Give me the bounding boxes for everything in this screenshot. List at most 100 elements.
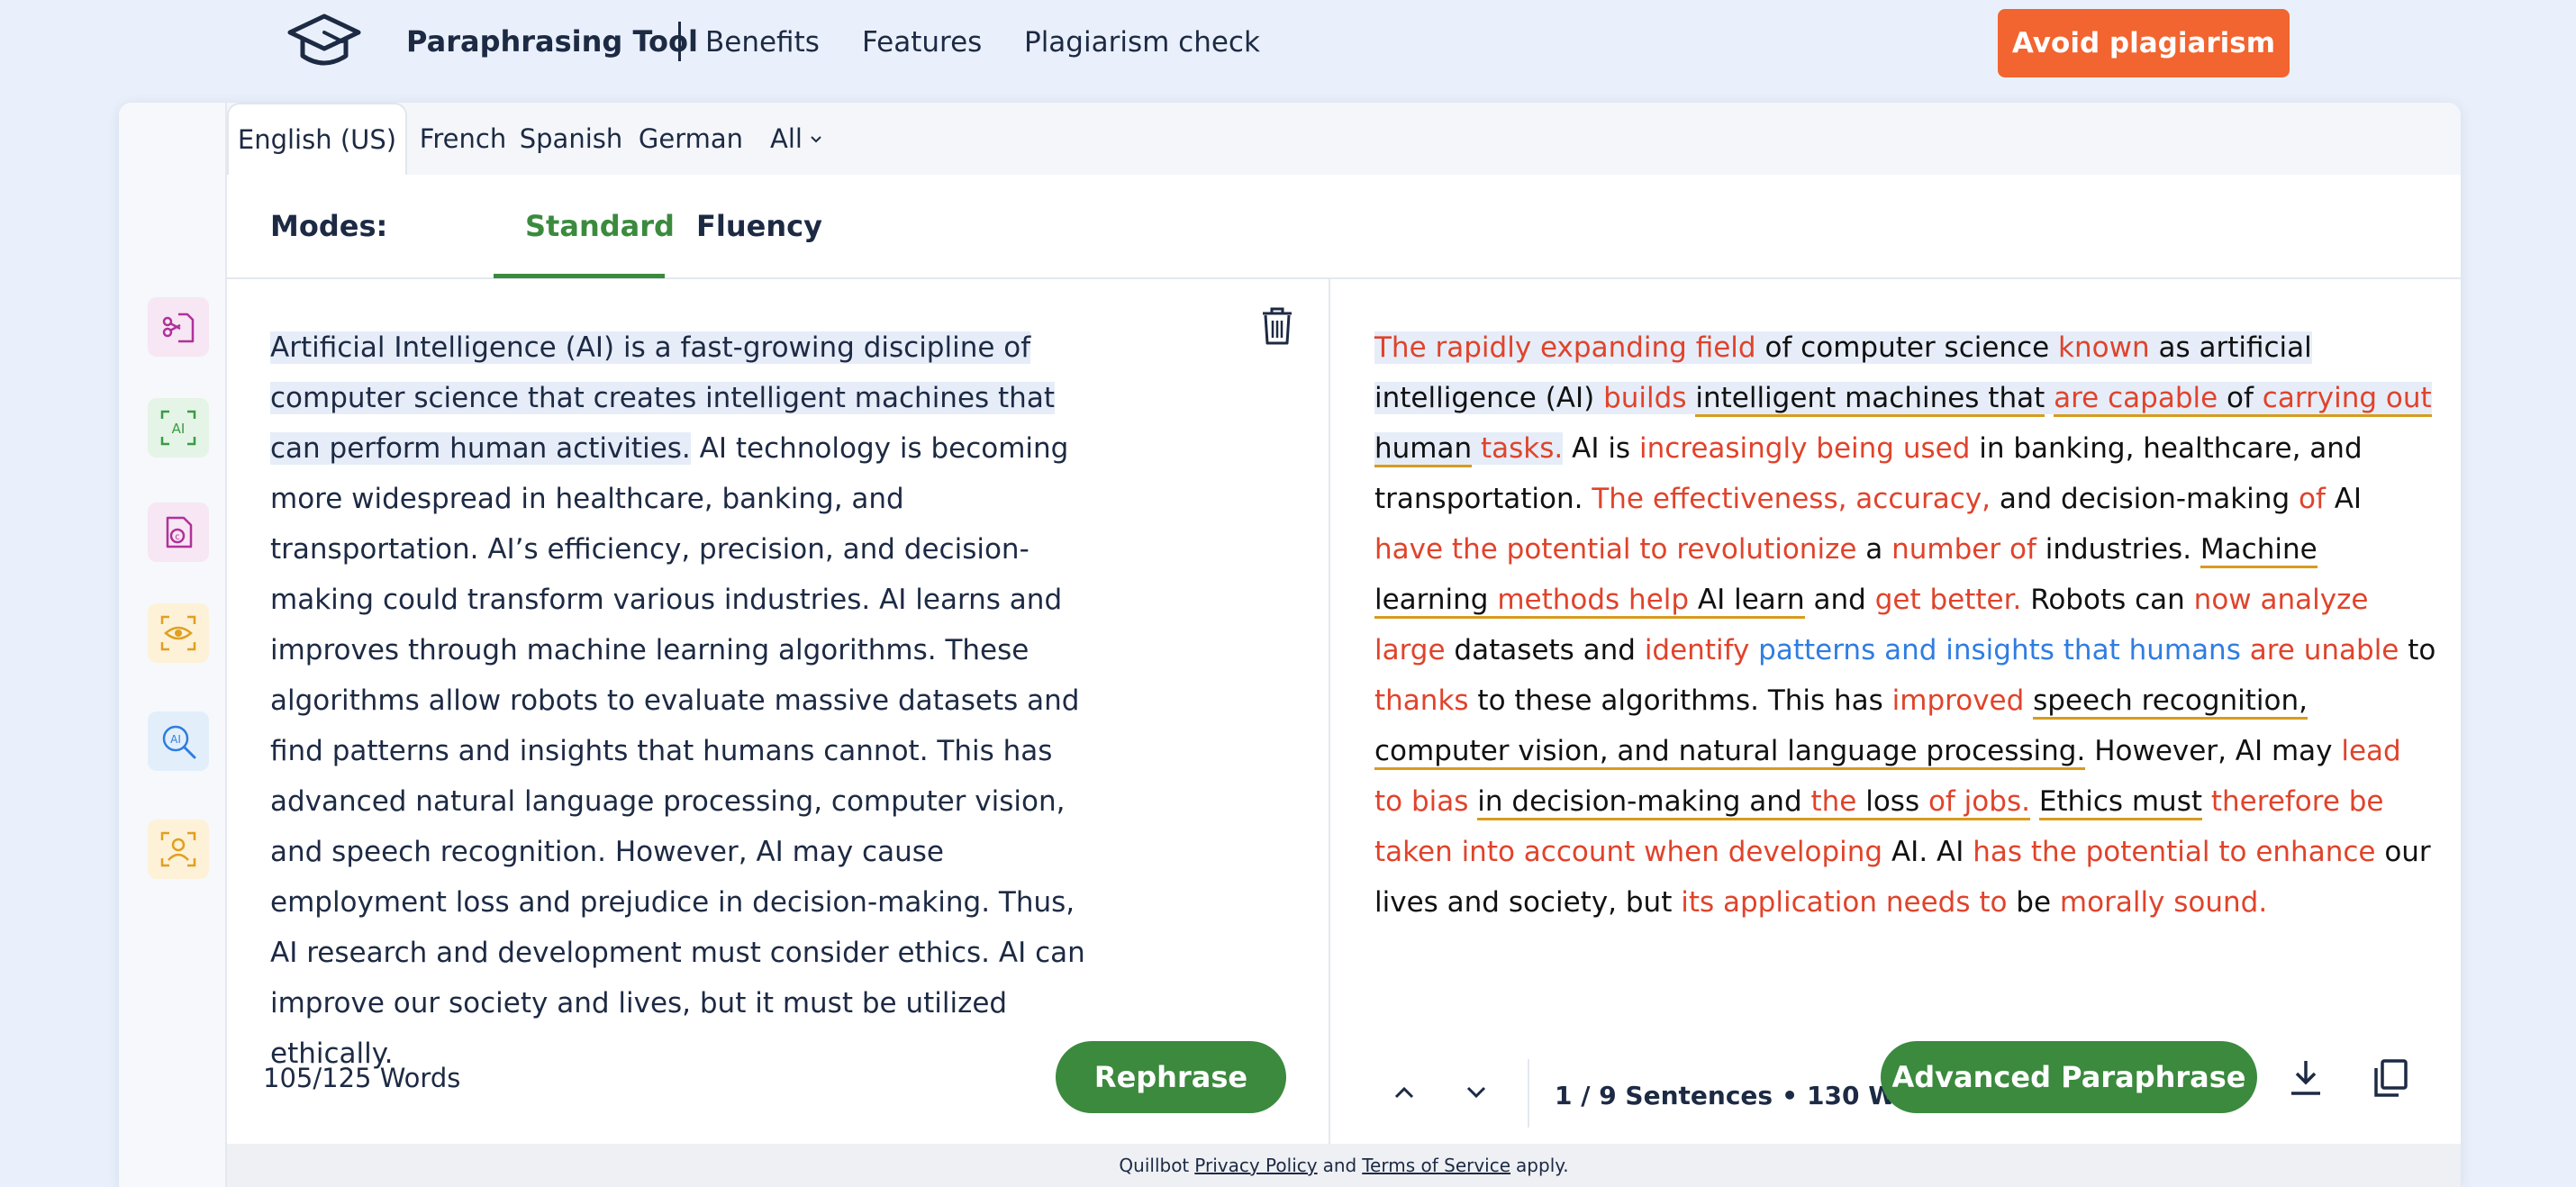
output-segment: to (2399, 634, 2436, 666)
output-text-area[interactable]: The rapidly expanding field of computer … (1374, 322, 2437, 928)
output-segment[interactable]: has the potential to enhance (1973, 836, 2375, 868)
output-segment[interactable]: carrying out (2262, 382, 2432, 417)
output-segment: datasets and (1445, 634, 1645, 666)
tab-spanish[interactable]: Spanish (517, 103, 625, 175)
language-tabs: English (US) French Spanish German All (227, 103, 2461, 175)
svg-text:AI: AI (172, 421, 186, 437)
tab-all-label: All (770, 123, 803, 154)
output-segment: and (1804, 584, 1875, 616)
nav-link-plagiarism-check[interactable]: Plagiarism check (1024, 26, 1260, 59)
output-segment[interactable]: the (1810, 785, 1857, 820)
output-segment[interactable]: number of (1891, 533, 2036, 566)
output-segment[interactable]: its application needs to (1681, 886, 2007, 919)
output-segment[interactable]: identify (1645, 634, 1750, 666)
output-segment: human (1374, 432, 1473, 467)
output-segment[interactable]: thanks (1374, 684, 1469, 717)
rephrase-button[interactable]: Rephrase (1056, 1041, 1286, 1113)
output-segment: and decision-making (1991, 483, 2299, 515)
output-segment[interactable]: tasks. (1481, 432, 1564, 465)
ai-detector-tool-icon[interactable]: AI (148, 398, 209, 458)
chevron-up-icon[interactable] (1389, 1077, 1420, 1108)
output-segment: in decision-making and (1477, 785, 1811, 820)
tab-german[interactable]: German (632, 103, 749, 175)
copy-icon[interactable] (2371, 1057, 2410, 1099)
brand-title[interactable]: Paraphrasing Tool (406, 24, 698, 59)
trash-icon[interactable] (1259, 306, 1295, 346)
svg-text:AI: AI (170, 733, 181, 746)
paraphraser-tool-icon[interactable] (148, 297, 209, 357)
stats-separator (1528, 1059, 1529, 1128)
output-segment: industries. (2036, 533, 2200, 566)
tab-english-us[interactable]: English (US) (227, 103, 407, 175)
ai-search-tool-icon[interactable]: AI (148, 711, 209, 771)
tool-rail: AI c AI (119, 103, 227, 1187)
footer-and: and (1322, 1155, 1357, 1176)
output-segment[interactable]: are unable (2250, 634, 2399, 666)
privacy-policy-link[interactable]: Privacy Policy (1194, 1155, 1317, 1176)
output-segment[interactable]: of (2299, 483, 2326, 515)
proofreader-tool-icon[interactable] (148, 603, 209, 663)
output-segment: AI is (1563, 432, 1639, 465)
terms-of-service-link[interactable]: Terms of Service (1362, 1155, 1510, 1176)
legal-footer: Quillbot Privacy Policy and Terms of Ser… (227, 1144, 2461, 1187)
avoid-plagiarism-button[interactable]: Avoid plagiarism (1998, 9, 2290, 77)
output-segment[interactable]: The effectiveness, accuracy, (1592, 483, 1991, 515)
nav-link-benefits[interactable]: Benefits (705, 26, 820, 59)
output-segment (1749, 634, 1758, 666)
output-segment (1686, 382, 1696, 414)
plagiarism-checker-tool-icon[interactable]: c (148, 503, 209, 562)
output-segment[interactable]: known (2058, 331, 2150, 364)
chevron-down-icon (811, 136, 821, 143)
output-segment: of (2218, 382, 2263, 417)
nav-link-features[interactable]: Features (862, 26, 982, 59)
stats-dot: • (1782, 1081, 1798, 1110)
modes-bar: Modes: Standard Fluency (227, 175, 2461, 279)
output-segment[interactable]: morally sound. (2060, 886, 2267, 919)
output-segment (1468, 785, 1477, 818)
tab-all-languages[interactable]: All (757, 103, 838, 175)
output-segment[interactable]: have the potential to revolutionize (1374, 533, 1856, 566)
input-text-area[interactable]: Artificial Intelligence (AI) is a fast-g… (270, 322, 1108, 1079)
output-segment: AI (2325, 483, 2363, 515)
output-segment: Robots can (2021, 584, 2194, 616)
footer-apply: apply. (1516, 1155, 1569, 1176)
panel-divider (1329, 279, 1330, 1187)
paraphraser-card: AI c AI English (US) French Spanish Germ… (119, 103, 2461, 1187)
output-segment (2045, 382, 2054, 414)
output-segment (2030, 785, 2039, 818)
output-segment: AI learn (1689, 584, 1805, 619)
humanizer-tool-icon[interactable] (148, 820, 209, 879)
footer-brand: Quillbot (1119, 1155, 1190, 1176)
output-segment[interactable]: The rapidly expanding field (1374, 331, 1756, 364)
output-segment[interactable]: increasingly being used (1639, 432, 1970, 465)
output-segment: be (2007, 886, 2060, 919)
graduation-cap-logo-icon[interactable] (286, 13, 362, 72)
brand-separator (678, 22, 681, 61)
output-segment: However, AI may (2085, 735, 2342, 767)
advanced-paraphrase-button[interactable]: Advanced Paraphrase (1881, 1041, 2257, 1113)
output-segment[interactable]: get better. (1875, 584, 2022, 616)
output-segment: Ethics must (2038, 785, 2203, 820)
tab-french[interactable]: French (416, 103, 510, 175)
sentence-count: 1 / 9 Sentences (1555, 1081, 1773, 1110)
output-segment: to these algorithms. This has (1468, 684, 1892, 717)
output-segment[interactable]: are capable (2054, 382, 2218, 417)
chevron-down-icon[interactable] (1461, 1077, 1492, 1108)
output-segment: AI. AI (1882, 836, 1973, 868)
input-remaining-text: AI technology is becoming more widesprea… (270, 432, 1085, 1070)
output-segment: a (1856, 533, 1892, 566)
output-segment: of computer science (1755, 331, 2059, 364)
output-segment[interactable]: methods help (1497, 584, 1690, 619)
output-segment (2202, 785, 2211, 818)
mode-tab-standard[interactable]: Standard (525, 209, 675, 243)
output-segment (2024, 684, 2033, 717)
output-segment: loss (1856, 785, 1928, 820)
output-segment[interactable]: of jobs. (1927, 785, 2030, 820)
mode-tab-fluency[interactable]: Fluency (696, 209, 822, 243)
output-segment[interactable]: improved (1892, 684, 2025, 717)
download-icon[interactable] (2286, 1057, 2326, 1099)
input-word-count: 105/125 Words (263, 1063, 461, 1093)
output-segment[interactable]: builds (1603, 382, 1687, 414)
output-segment[interactable]: patterns and insights that humans (1758, 634, 2241, 666)
modes-label: Modes: (270, 209, 388, 243)
